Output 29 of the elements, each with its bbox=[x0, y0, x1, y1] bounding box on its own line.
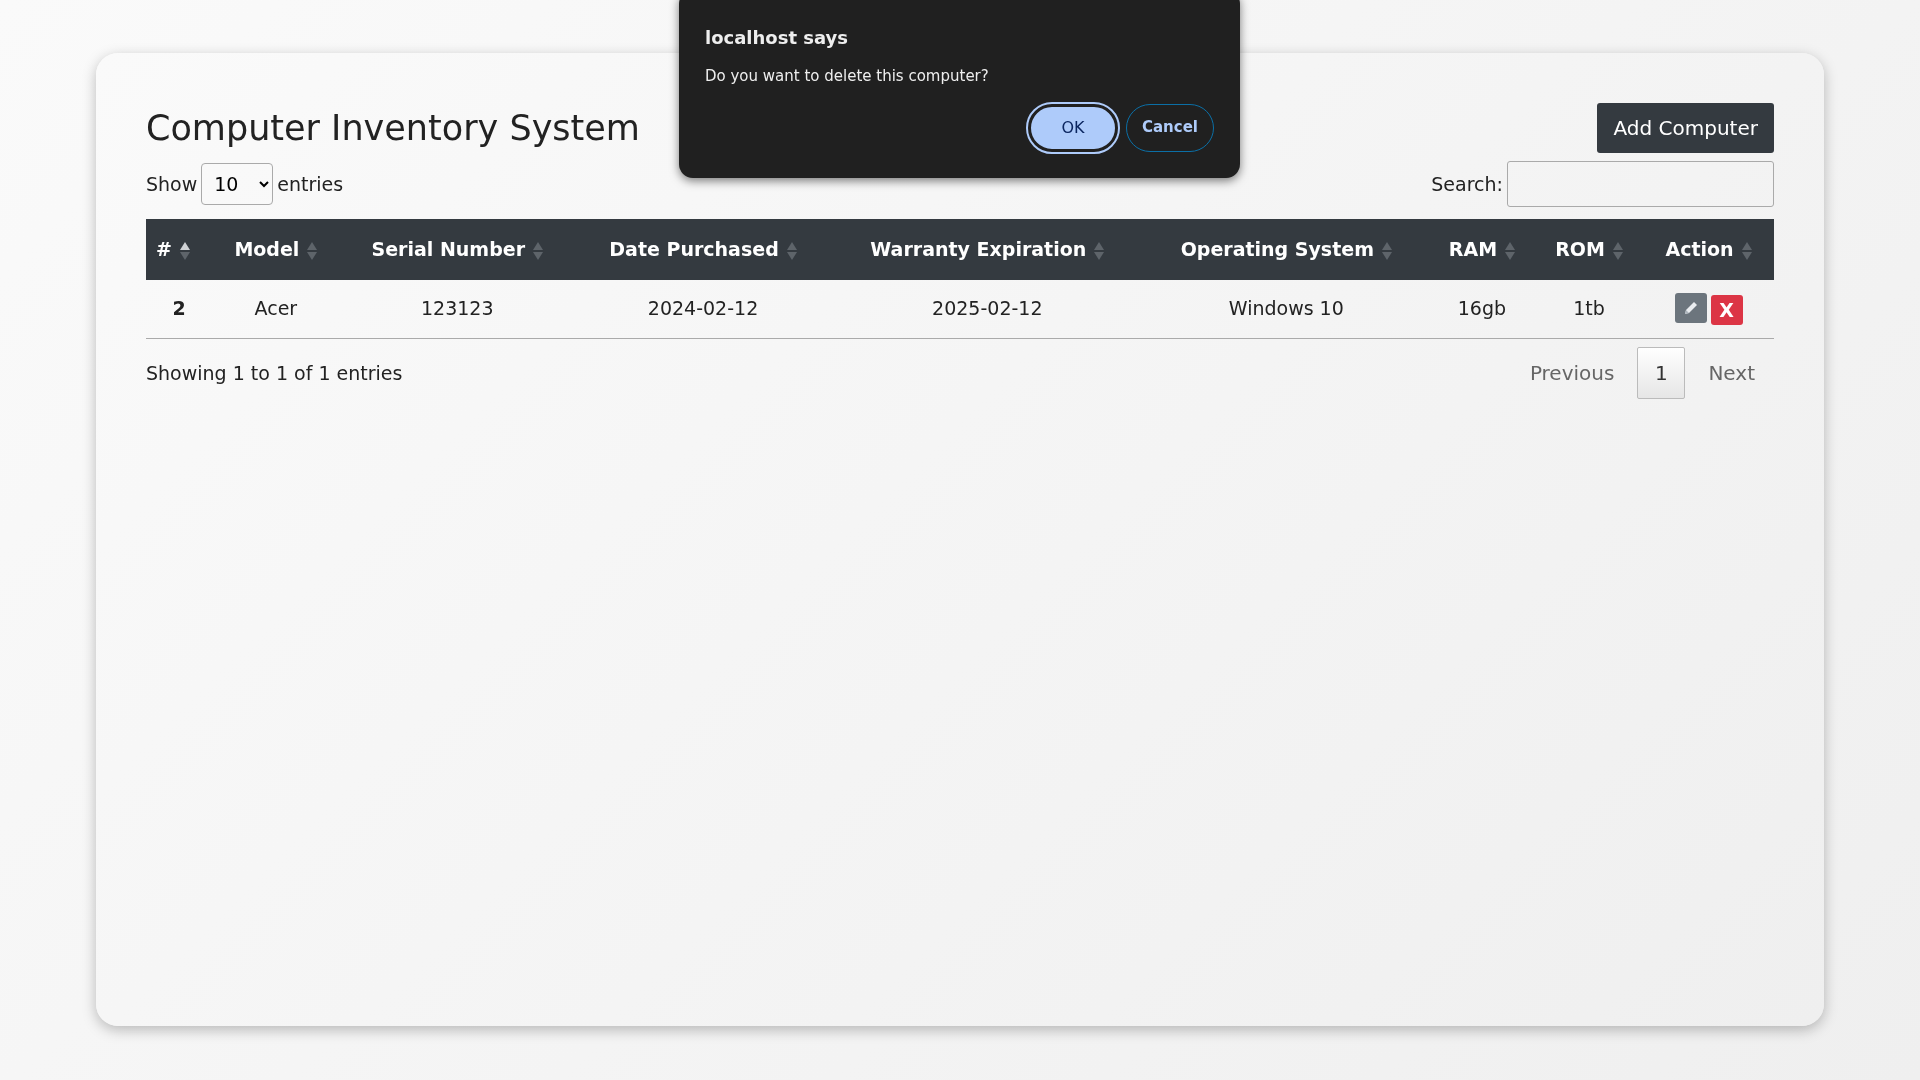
table-cell: Windows 10 bbox=[1143, 279, 1429, 339]
table-cell: 2024-02-12 bbox=[575, 279, 831, 339]
entries-label: entries bbox=[277, 171, 344, 197]
page-title: Computer Inventory System bbox=[146, 107, 640, 149]
dialog-title: localhost says bbox=[705, 26, 850, 50]
table-cell: Acer bbox=[212, 279, 340, 339]
table-cell: 2025-02-12 bbox=[830, 279, 1144, 339]
table-cell: 1tb bbox=[1535, 279, 1644, 339]
dialog-message: Do you want to delete this computer? bbox=[705, 66, 990, 87]
search-label: Search: bbox=[1431, 171, 1503, 197]
entries-select[interactable]: 10 bbox=[201, 163, 274, 205]
pagination-link[interactable]: Previous bbox=[1510, 346, 1634, 399]
edit-button[interactable] bbox=[1674, 292, 1707, 323]
column-header[interactable]: Action bbox=[1665, 238, 1734, 260]
column-header[interactable]: ROM bbox=[1555, 238, 1605, 260]
pagination-link[interactable]: Next bbox=[1689, 346, 1774, 399]
table-cell: 16gb bbox=[1428, 279, 1536, 339]
table-cell: 123123 bbox=[339, 279, 576, 339]
ok-button[interactable]: OK bbox=[1028, 103, 1118, 152]
column-header[interactable]: Model bbox=[234, 238, 300, 260]
column-header[interactable]: # bbox=[156, 238, 172, 260]
search-field[interactable] bbox=[1507, 161, 1774, 207]
show-label: Show bbox=[146, 171, 198, 197]
delete-button[interactable]: X bbox=[1710, 294, 1743, 325]
table-info: Showing 1 to 1 of 1 entries bbox=[146, 360, 403, 386]
column-header[interactable]: RAM bbox=[1448, 238, 1498, 260]
add-computer-button[interactable]: Add Computer bbox=[1597, 103, 1774, 153]
page-button[interactable]: 1 bbox=[1637, 346, 1686, 399]
table-cell: 2 bbox=[146, 279, 213, 339]
